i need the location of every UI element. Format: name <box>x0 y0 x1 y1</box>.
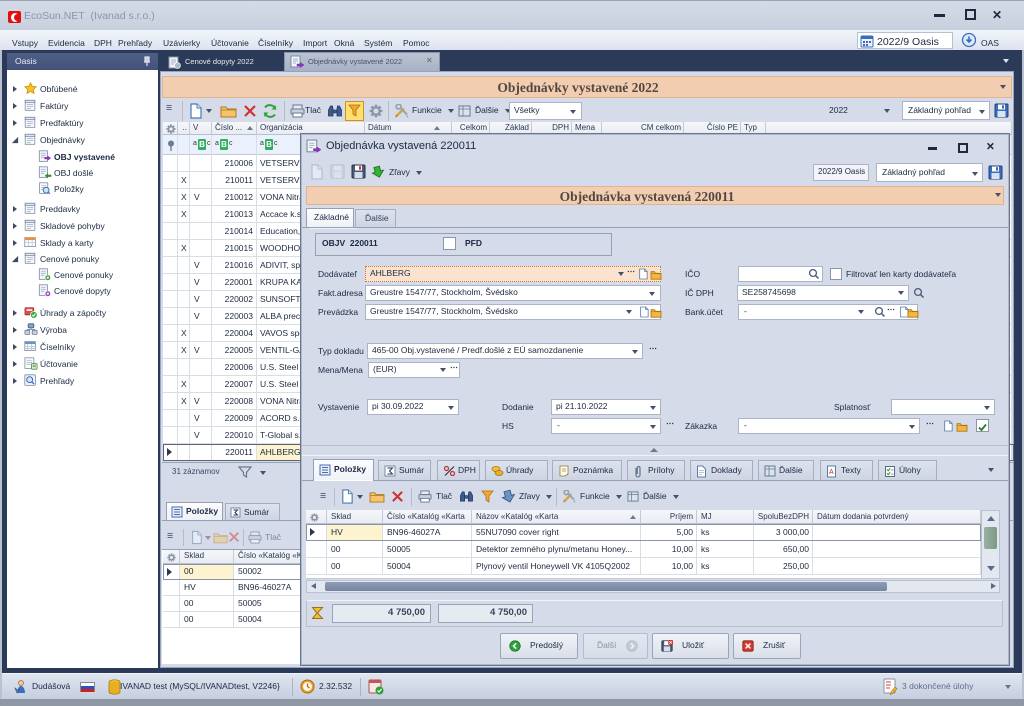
svg-text:A: A <box>829 469 834 476</box>
